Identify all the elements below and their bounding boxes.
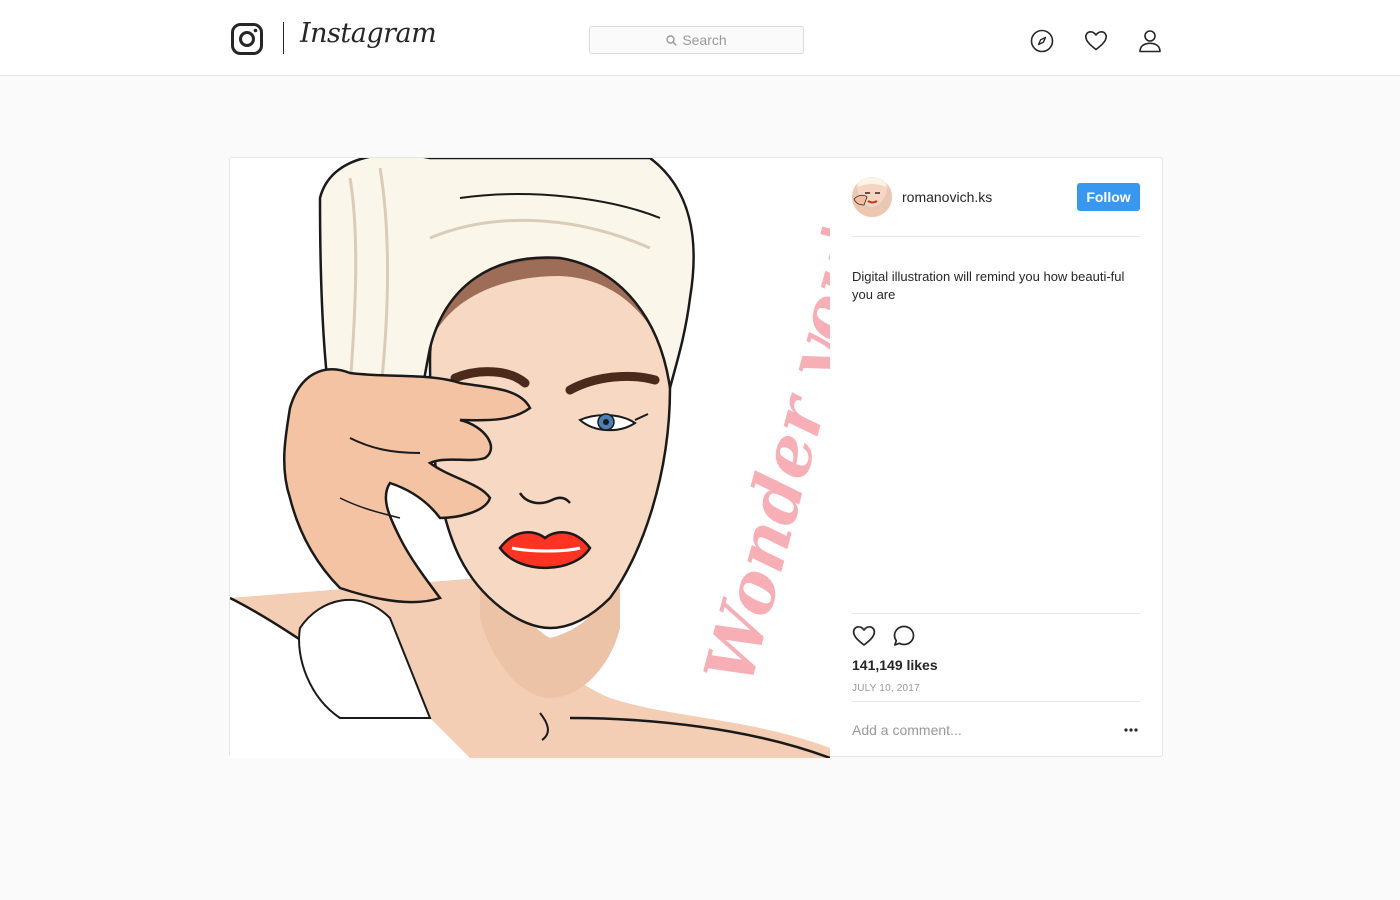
like-heart-icon[interactable] [852,624,876,648]
author-username[interactable]: romanovich.ks [902,189,992,205]
post-details: romanovich.ks Follow Digital illustratio… [852,158,1140,758]
search-placeholder: Search [682,32,727,48]
likes-count[interactable]: 141,149 likes [852,657,938,673]
post-header: romanovich.ks Follow [852,177,1140,217]
avatar-image-icon [852,177,892,217]
follow-button[interactable]: Follow [1077,183,1140,211]
avatar[interactable] [852,177,892,217]
post-date: JULY 10, 2017 [852,683,920,694]
post-card: Wonder you're romanovich.ks Follow Digit… [229,157,1163,758]
post-image[interactable]: Wonder you're [230,158,830,758]
search-box[interactable]: Search [589,26,804,54]
person-icon[interactable] [1138,29,1162,53]
compass-icon[interactable] [1030,29,1054,53]
more-options-icon[interactable] [1122,724,1140,736]
logo-divider [283,22,284,54]
comment-bubble-icon[interactable] [892,624,916,648]
top-nav-bar: Instagram Search [0,0,1400,76]
divider [852,701,1140,702]
heart-icon[interactable] [1084,29,1108,53]
divider [852,236,1140,237]
search-icon [666,34,678,46]
post-caption: Digital illustration will remind you how… [852,269,1125,302]
illustration-icon: Wonder you're [230,158,830,758]
instagram-logo-icon[interactable] [231,23,263,55]
instagram-wordmark[interactable]: Instagram [300,18,437,49]
divider [852,613,1140,614]
comment-input[interactable] [852,718,1102,742]
illustration-lettering: Wonder you're [689,158,830,692]
